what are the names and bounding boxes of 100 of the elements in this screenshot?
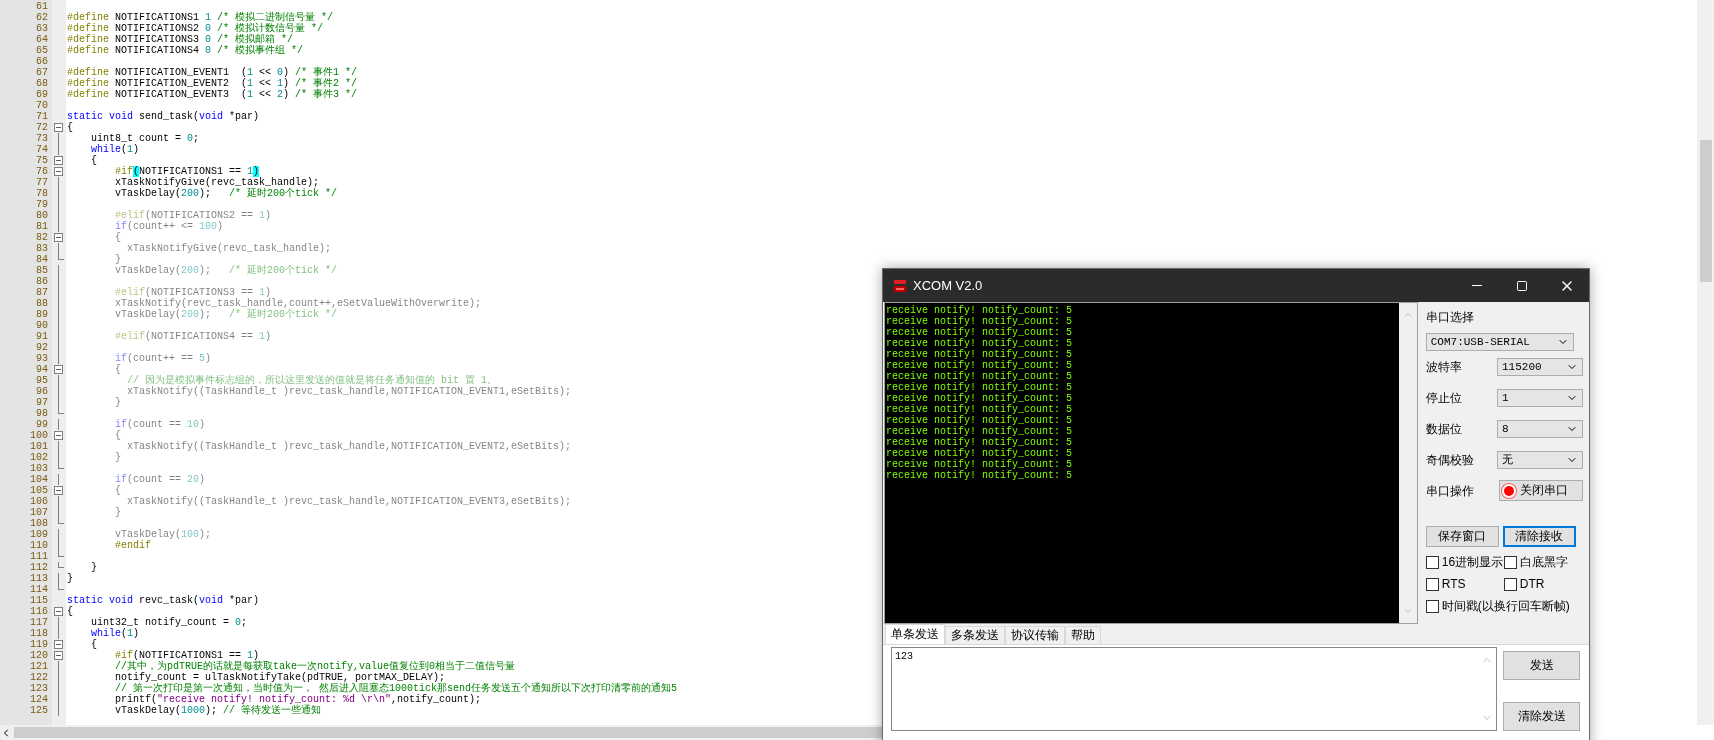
line-number: 82 xyxy=(35,232,49,243)
line-number: 69 xyxy=(35,89,49,100)
line-number: 62 xyxy=(35,12,49,23)
receive-line: receive notify! notify_count: 5 xyxy=(886,349,1074,360)
line-number: 114 xyxy=(29,584,49,595)
code-line: static void revc_task(void *par) xyxy=(66,595,260,606)
checkbox[interactable] xyxy=(1503,577,1517,591)
line-number: 68 xyxy=(35,78,49,89)
line-number: 101 xyxy=(29,441,49,452)
code-line: #define NOTIFICATION_EVENT2 (1 << 1) /* 事件2 */ xyxy=(66,78,358,89)
code-line: vTaskDelay(1000); // 等待发送一些通知 xyxy=(114,705,322,716)
line-number: 122 xyxy=(29,672,49,683)
line-number: 73 xyxy=(35,133,49,144)
line-number: 77 xyxy=(35,177,49,188)
checkbox[interactable] xyxy=(1425,577,1439,591)
setting-select[interactable]: 1 xyxy=(1497,388,1583,407)
line-number: 100 xyxy=(29,430,49,441)
send-button[interactable]: 发送 xyxy=(1503,651,1580,680)
line-number: 124 xyxy=(29,694,49,705)
line-number: 78 xyxy=(35,188,49,199)
line-number: 64 xyxy=(35,34,49,45)
receive-line: receive notify! notify_count: 5 xyxy=(886,338,1074,349)
checkbox[interactable] xyxy=(1503,555,1517,569)
code-line: #endif xyxy=(114,540,151,551)
vertical-scrollbar[interactable] xyxy=(1697,0,1714,725)
checkbox[interactable] xyxy=(1425,599,1439,613)
code-line: vTaskDelay(200); /* 延时200个tick */ xyxy=(114,309,338,320)
line-number: 88 xyxy=(35,298,49,309)
tab[interactable]: 多条发送 xyxy=(945,626,1005,644)
checkbox-label: RTS xyxy=(1441,577,1466,591)
code-line: } xyxy=(114,397,121,408)
code-line: if(count == 20) xyxy=(114,474,206,485)
line-number: 80 xyxy=(35,210,49,221)
tab[interactable]: 协议传输 xyxy=(1005,626,1065,644)
code-line: xTaskNotifyGive(revc_task_handle); xyxy=(126,243,332,254)
receive-line: receive notify! notify_count: 5 xyxy=(886,470,1074,481)
line-number: 98 xyxy=(35,408,49,419)
setting-select[interactable]: 8 xyxy=(1497,419,1583,438)
code-line: { xyxy=(66,606,73,617)
line-number: 120 xyxy=(29,650,49,661)
horizontal-scrollbar[interactable] xyxy=(0,725,882,740)
setting-label: 停止位 xyxy=(1425,389,1462,407)
code-line: } xyxy=(114,452,121,463)
line-number: 89 xyxy=(35,309,49,320)
collapse-icon[interactable] xyxy=(54,167,63,176)
line-number: 90 xyxy=(35,320,49,331)
close-port-button[interactable]: 关闭串口 xyxy=(1499,480,1583,501)
code-line: xTaskNotify((TaskHandle_t )revc_task_handle,NOTIFICATION_EVENT1,eSetBits); xyxy=(126,386,572,397)
send-button[interactable]: 清除发送 xyxy=(1503,702,1580,731)
code-line: #define NOTIFICATIONS1 1 /* 模拟二进制信号量 */ xyxy=(66,12,334,23)
line-number: 105 xyxy=(29,485,49,496)
code-line: uint8_t count = 0; xyxy=(90,133,200,144)
line-number: 117 xyxy=(29,617,49,628)
collapse-icon[interactable] xyxy=(54,233,63,242)
collapse-icon[interactable] xyxy=(54,486,63,495)
line-number: 118 xyxy=(29,628,49,639)
tab[interactable]: 帮助 xyxy=(1065,626,1101,644)
window-title: XCOM V2.0 xyxy=(913,278,984,293)
collapse-icon[interactable] xyxy=(54,651,63,660)
line-number: 115 xyxy=(29,595,49,606)
port-label: 串口选择 xyxy=(1425,309,1475,326)
line-number: 86 xyxy=(35,276,49,287)
panel-button[interactable]: 清除接收 xyxy=(1502,526,1576,547)
receive-line: receive notify! notify_count: 5 xyxy=(886,426,1074,437)
collapse-icon[interactable] xyxy=(54,365,63,374)
receive-line: receive notify! notify_count: 5 xyxy=(886,404,1074,415)
setting-select[interactable]: 115200 xyxy=(1497,357,1583,376)
line-number: 99 xyxy=(35,419,49,430)
code-line: //其中，为pdTRUE的话就是每获取take一次notify,value值复位到0相当于二值信号量 xyxy=(114,661,516,672)
code-line: uint32_t notify_count = 0; xyxy=(90,617,248,628)
code-line: #define NOTIFICATIONS3 0 /* 模拟邮箱 */ xyxy=(66,34,294,45)
receive-line: receive notify! notify_count: 5 xyxy=(886,316,1074,327)
collapse-icon[interactable] xyxy=(54,123,63,132)
line-number: 76 xyxy=(35,166,49,177)
collapse-icon[interactable] xyxy=(54,156,63,165)
receive-line: receive notify! notify_count: 5 xyxy=(886,360,1074,371)
tab[interactable]: 单条发送 xyxy=(885,624,945,644)
scrollbar-thumb[interactable] xyxy=(1700,140,1712,282)
collapse-icon[interactable] xyxy=(54,607,63,616)
panel-button[interactable]: 保存窗口 xyxy=(1425,526,1499,547)
code-line: if(count++ <= 100) xyxy=(114,221,224,232)
line-number: 94 xyxy=(35,364,49,375)
setting-select[interactable]: 无 xyxy=(1497,450,1583,469)
line-number: 119 xyxy=(29,639,49,650)
collapse-icon[interactable] xyxy=(54,431,63,440)
code-line: xTaskNotifyGive(revc_task_handle); xyxy=(114,177,320,188)
checkbox[interactable] xyxy=(1425,555,1439,569)
line-number: 87 xyxy=(35,287,49,298)
code-line: static void send_task(void *par) xyxy=(66,111,260,122)
line-number: 112 xyxy=(29,562,49,573)
line-number: 102 xyxy=(29,452,49,463)
port-select[interactable]: COM7:USB-SERIAL xyxy=(1425,333,1574,351)
line-number: 106 xyxy=(29,496,49,507)
code-line: #elif(NOTIFICATIONS2 == 1) xyxy=(114,210,272,221)
line-number: 113 xyxy=(29,573,49,584)
scrollbar-thumb[interactable] xyxy=(14,727,882,738)
code-line: #define NOTIFICATIONS2 0 /* 模拟计数信号量 */ xyxy=(66,23,324,34)
receive-line: receive notify! notify_count: 5 xyxy=(886,437,1074,448)
collapse-icon[interactable] xyxy=(54,640,63,649)
port-action-label: 串口操作 xyxy=(1425,482,1474,500)
